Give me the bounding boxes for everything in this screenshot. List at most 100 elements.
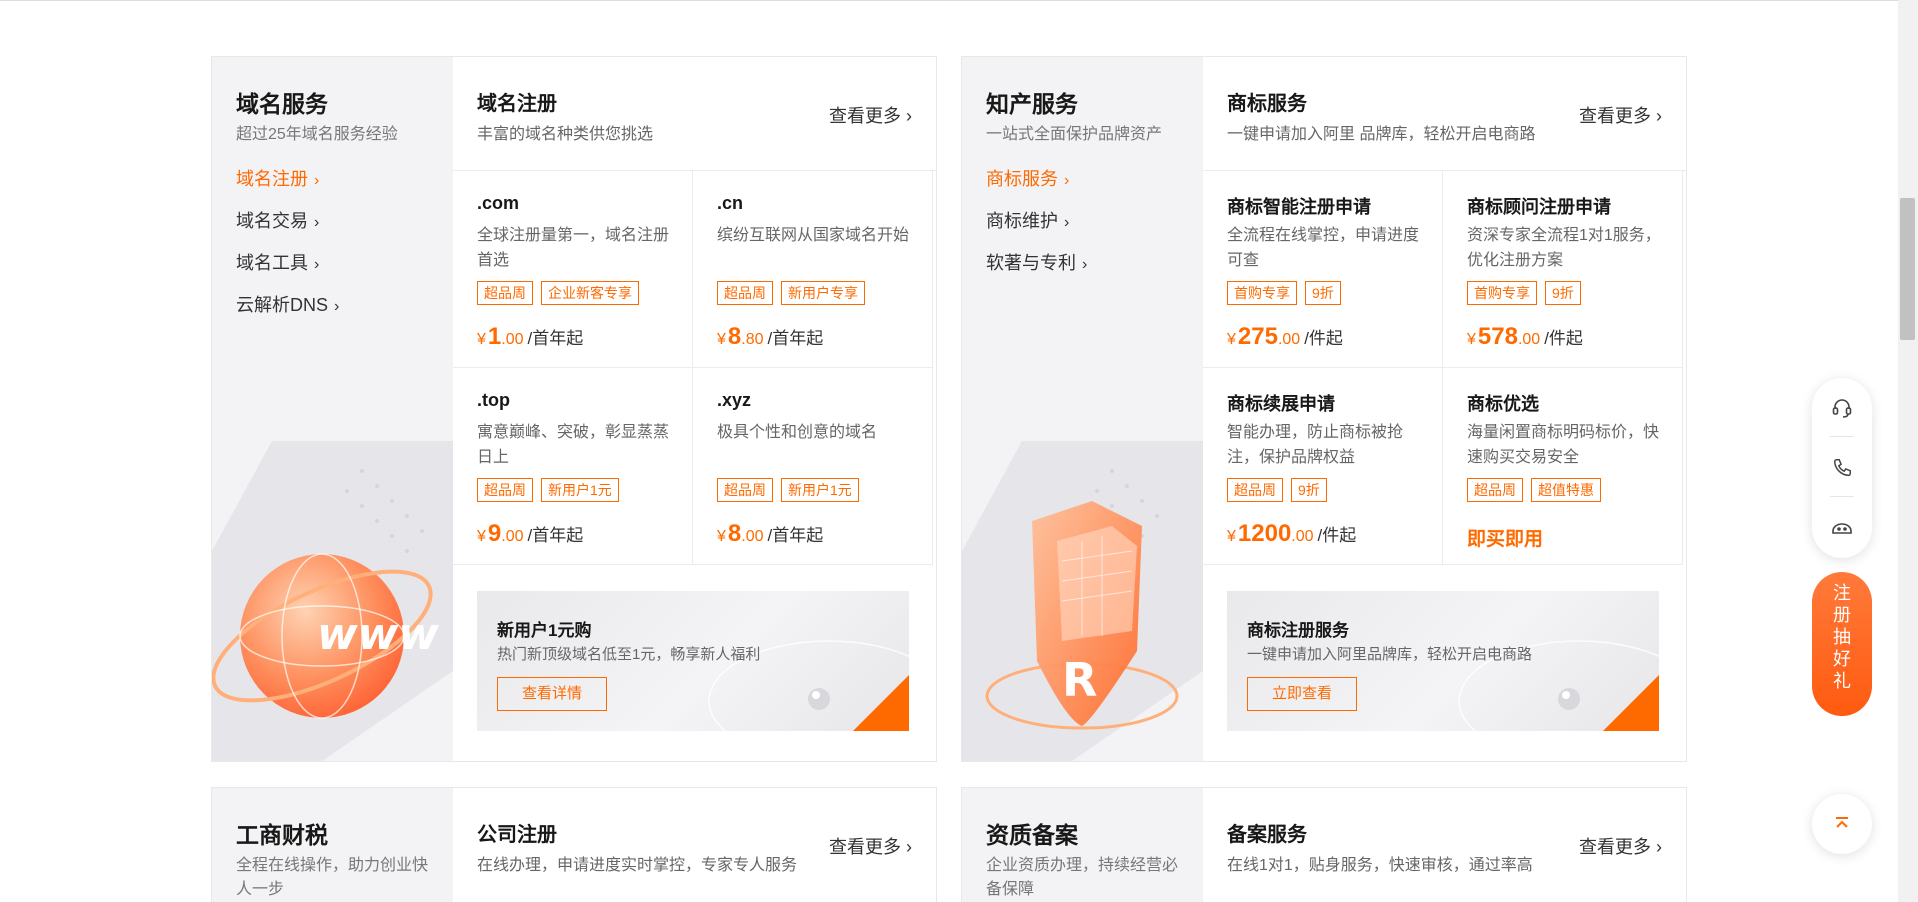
card-title: 商标续展申请 (1227, 394, 1335, 414)
view-more-link[interactable]: 查看更多 › (829, 833, 912, 859)
card-desc: 海量闲置商标明码标价，快速购买交易安全 (1467, 424, 1660, 466)
card-desc: 缤纷互联网从国家域名开始 (717, 227, 910, 244)
promo-tag: 新用户1元 (541, 478, 619, 502)
corner-accent (1603, 675, 1659, 731)
view-more-link[interactable]: 查看更多 › (1579, 833, 1662, 859)
buy-now-label: 即买即用 (1467, 529, 1544, 550)
promo-tag: 超品周 (717, 478, 773, 502)
card-desc: 全球注册量第一，域名注册首选 (477, 227, 670, 269)
card-price: ¥1.00/首年起 (477, 323, 584, 350)
chevron-right-icon: › (314, 256, 320, 273)
promo-tag: 超品周 (717, 281, 773, 305)
view-more-link[interactable]: 查看更多 › (829, 102, 912, 128)
business-tax-panel: 工商财税 全程在线操作，助力创业快人一步 公司注册 在线办理，申请进度实时掌控，… (211, 787, 937, 902)
card-desc: 全流程在线掌控，申请进度可查 (1227, 227, 1420, 269)
floating-toolbar (1812, 378, 1872, 558)
card-title: 商标顾问注册申请 (1467, 197, 1611, 217)
product-card-tm-smart[interactable]: 商标智能注册申请 全流程在线掌控，申请进度可查 首购专享 9折 ¥275.00/件… (1203, 171, 1443, 368)
biz-header-subtitle: 在线办理，申请进度实时掌控，专家专人服务 (477, 857, 798, 874)
product-card-xyz[interactable]: .xyz 极具个性和创意的域名 超品周 新用户1元 ¥8.00/首年起 (693, 368, 933, 565)
domain-header-title: 域名注册 (477, 93, 557, 115)
ip-side-title: 知产服务 (986, 91, 1078, 117)
chat-bot-icon[interactable] (1827, 513, 1857, 543)
ip-main: 商标服务 一键申请加入阿里 品牌库，轻松开启电商路 查看更多 › 商标智能注册申… (1203, 57, 1686, 761)
card-price: ¥275.00/件起 (1227, 323, 1343, 350)
biz-header: 公司注册 在线办理，申请进度实时掌控，专家专人服务 查看更多 › (453, 788, 936, 902)
chevron-right-icon: › (334, 298, 340, 315)
promo-tag: 首购专享 (1467, 281, 1537, 305)
side-nav-domain-tools[interactable]: 域名工具 › (236, 249, 319, 275)
chevron-right-icon: › (1064, 214, 1070, 231)
promo-tag: 超品周 (477, 281, 533, 305)
side-nav-trademark-service[interactable]: 商标服务 › (986, 165, 1069, 191)
side-nav-cloud-dns[interactable]: 云解析DNS › (236, 291, 339, 317)
banner-subtitle: 热门新顶级域名低至1元，畅享新人福利 (497, 646, 761, 663)
promo-banner-trademark: 商标注册服务 一键申请加入阿里品牌库，轻松开启电商路 立即查看 (1227, 591, 1659, 731)
toolbar-divider (1830, 436, 1854, 437)
icp-header-subtitle: 在线1对1，贴身服务，快速审核，通过率高 (1227, 857, 1533, 874)
side-nav-copyright-patent[interactable]: 软著与专利 › (986, 249, 1087, 275)
side-nav-trademark-maintenance[interactable]: 商标维护 › (986, 207, 1069, 233)
register-lottery-button[interactable]: 注册抽好礼 (1812, 572, 1872, 716)
svg-text:R: R (1062, 653, 1097, 707)
domain-side-title: 域名服务 (236, 91, 328, 117)
card-title: .cn (717, 193, 744, 213)
chevron-right-icon: › (1082, 256, 1088, 273)
biz-main: 公司注册 在线办理，申请进度实时掌控，专家专人服务 查看更多 › (453, 788, 936, 902)
www-globe-illustration: www (212, 441, 453, 761)
promo-tag: 超值特惠 (1531, 478, 1601, 502)
phone-icon[interactable] (1827, 453, 1857, 483)
card-price: ¥1200.00/件起 (1227, 520, 1357, 547)
ip-side-subtitle: 一站式全面保护品牌资产 (986, 126, 1163, 143)
icp-side-title: 资质备案 (986, 822, 1078, 848)
shield-r-illustration: R (962, 441, 1203, 761)
card-desc: 极具个性和创意的域名 (717, 424, 878, 441)
icp-header: 备案服务 在线1对1，贴身服务，快速审核，通过率高 查看更多 › (1203, 788, 1686, 902)
icp-header-title: 备案服务 (1227, 824, 1307, 846)
banner-subtitle: 一键申请加入阿里品牌库，轻松开启电商路 (1247, 646, 1533, 663)
view-more-link[interactable]: 查看更多 › (1579, 102, 1662, 128)
product-card-top[interactable]: .top 寓意巅峰、突破，彰显蒸蒸日上 超品周 新用户1元 ¥9.00/首年起 (453, 368, 693, 565)
biz-header-title: 公司注册 (477, 824, 557, 846)
banner-title: 新用户1元购 (497, 621, 592, 640)
scrollbar-track[interactable] (1898, 0, 1918, 902)
scrollbar-thumb[interactable] (1900, 198, 1915, 340)
card-desc: 资深专家全流程1对1服务，优化注册方案 (1467, 227, 1661, 269)
product-card-tm-consultant[interactable]: 商标顾问注册申请 资深专家全流程1对1服务，优化注册方案 首购专享 9折 ¥578… (1443, 171, 1683, 368)
biz-side-nav: 工商财税 全程在线操作，助力创业快人一步 (212, 788, 453, 902)
card-title: 商标智能注册申请 (1227, 197, 1371, 217)
domain-side-subtitle: 超过25年域名服务经验 (236, 126, 398, 143)
icp-side-nav: 资质备案 企业资质办理，持续经营必备保障 (962, 788, 1203, 902)
chevron-right-icon: › (314, 214, 320, 231)
card-desc: 寓意巅峰、突破，彰显蒸蒸日上 (477, 424, 670, 466)
product-card-com[interactable]: .com 全球注册量第一，域名注册首选 超品周 企业新客专享 ¥1.00/首年起 (453, 171, 693, 368)
chevron-right-icon: › (1656, 837, 1662, 857)
corner-accent (853, 675, 909, 731)
card-desc: 智能办理，防止商标被抢注，保护品牌权益 (1227, 424, 1404, 466)
ip-header-subtitle: 一键申请加入阿里 品牌库，轻松开启电商路 (1227, 126, 1536, 143)
card-price: ¥9.00/首年起 (477, 520, 584, 547)
promo-banner-new-user: 新用户1元购 热门新顶级域名低至1元，畅享新人福利 查看详情 (477, 591, 909, 731)
card-title: .xyz (717, 390, 752, 410)
product-card-tm-select[interactable]: 商标优选 海量闲置商标明码标价，快速购买交易安全 超品周 超值特惠 即买即用 (1443, 368, 1683, 565)
ip-header: 商标服务 一键申请加入阿里 品牌库，轻松开启电商路 查看更多 › (1203, 57, 1686, 171)
card-title: .top (477, 390, 510, 410)
promo-tag: 超品周 (1467, 478, 1523, 502)
chevron-right-icon: › (314, 172, 320, 189)
side-nav-domain-trade[interactable]: 域名交易 › (236, 207, 319, 233)
side-nav-domain-register[interactable]: 域名注册 › (236, 165, 319, 191)
product-card-cn[interactable]: .cn 缤纷互联网从国家域名开始 超品周 新用户专享 ¥8.80/首年起 (693, 171, 933, 368)
promo-tag: 新用户1元 (781, 478, 859, 502)
promo-tag: 9折 (1305, 281, 1341, 305)
product-card-tm-renewal[interactable]: 商标续展申请 智能办理，防止商标被抢注，保护品牌权益 超品周 9折 ¥1200.0… (1203, 368, 1443, 565)
view-now-button[interactable]: 立即查看 (1247, 677, 1357, 711)
card-title: .com (477, 193, 520, 213)
headset-icon[interactable] (1827, 393, 1857, 423)
view-details-button[interactable]: 查看详情 (497, 677, 607, 711)
back-to-top-icon[interactable] (1812, 794, 1872, 854)
chevron-right-icon: › (906, 106, 912, 126)
promo-tag: 新用户专享 (781, 281, 865, 305)
domain-main: 域名注册 丰富的域名种类供您挑选 查看更多 › .com 全球注册量第一，域名注… (453, 57, 936, 761)
banner-title: 商标注册服务 (1247, 621, 1349, 640)
ip-side-nav: 知产服务 一站式全面保护品牌资产 商标服务 › 商标维护 › 软著与专利 › R (962, 57, 1203, 761)
